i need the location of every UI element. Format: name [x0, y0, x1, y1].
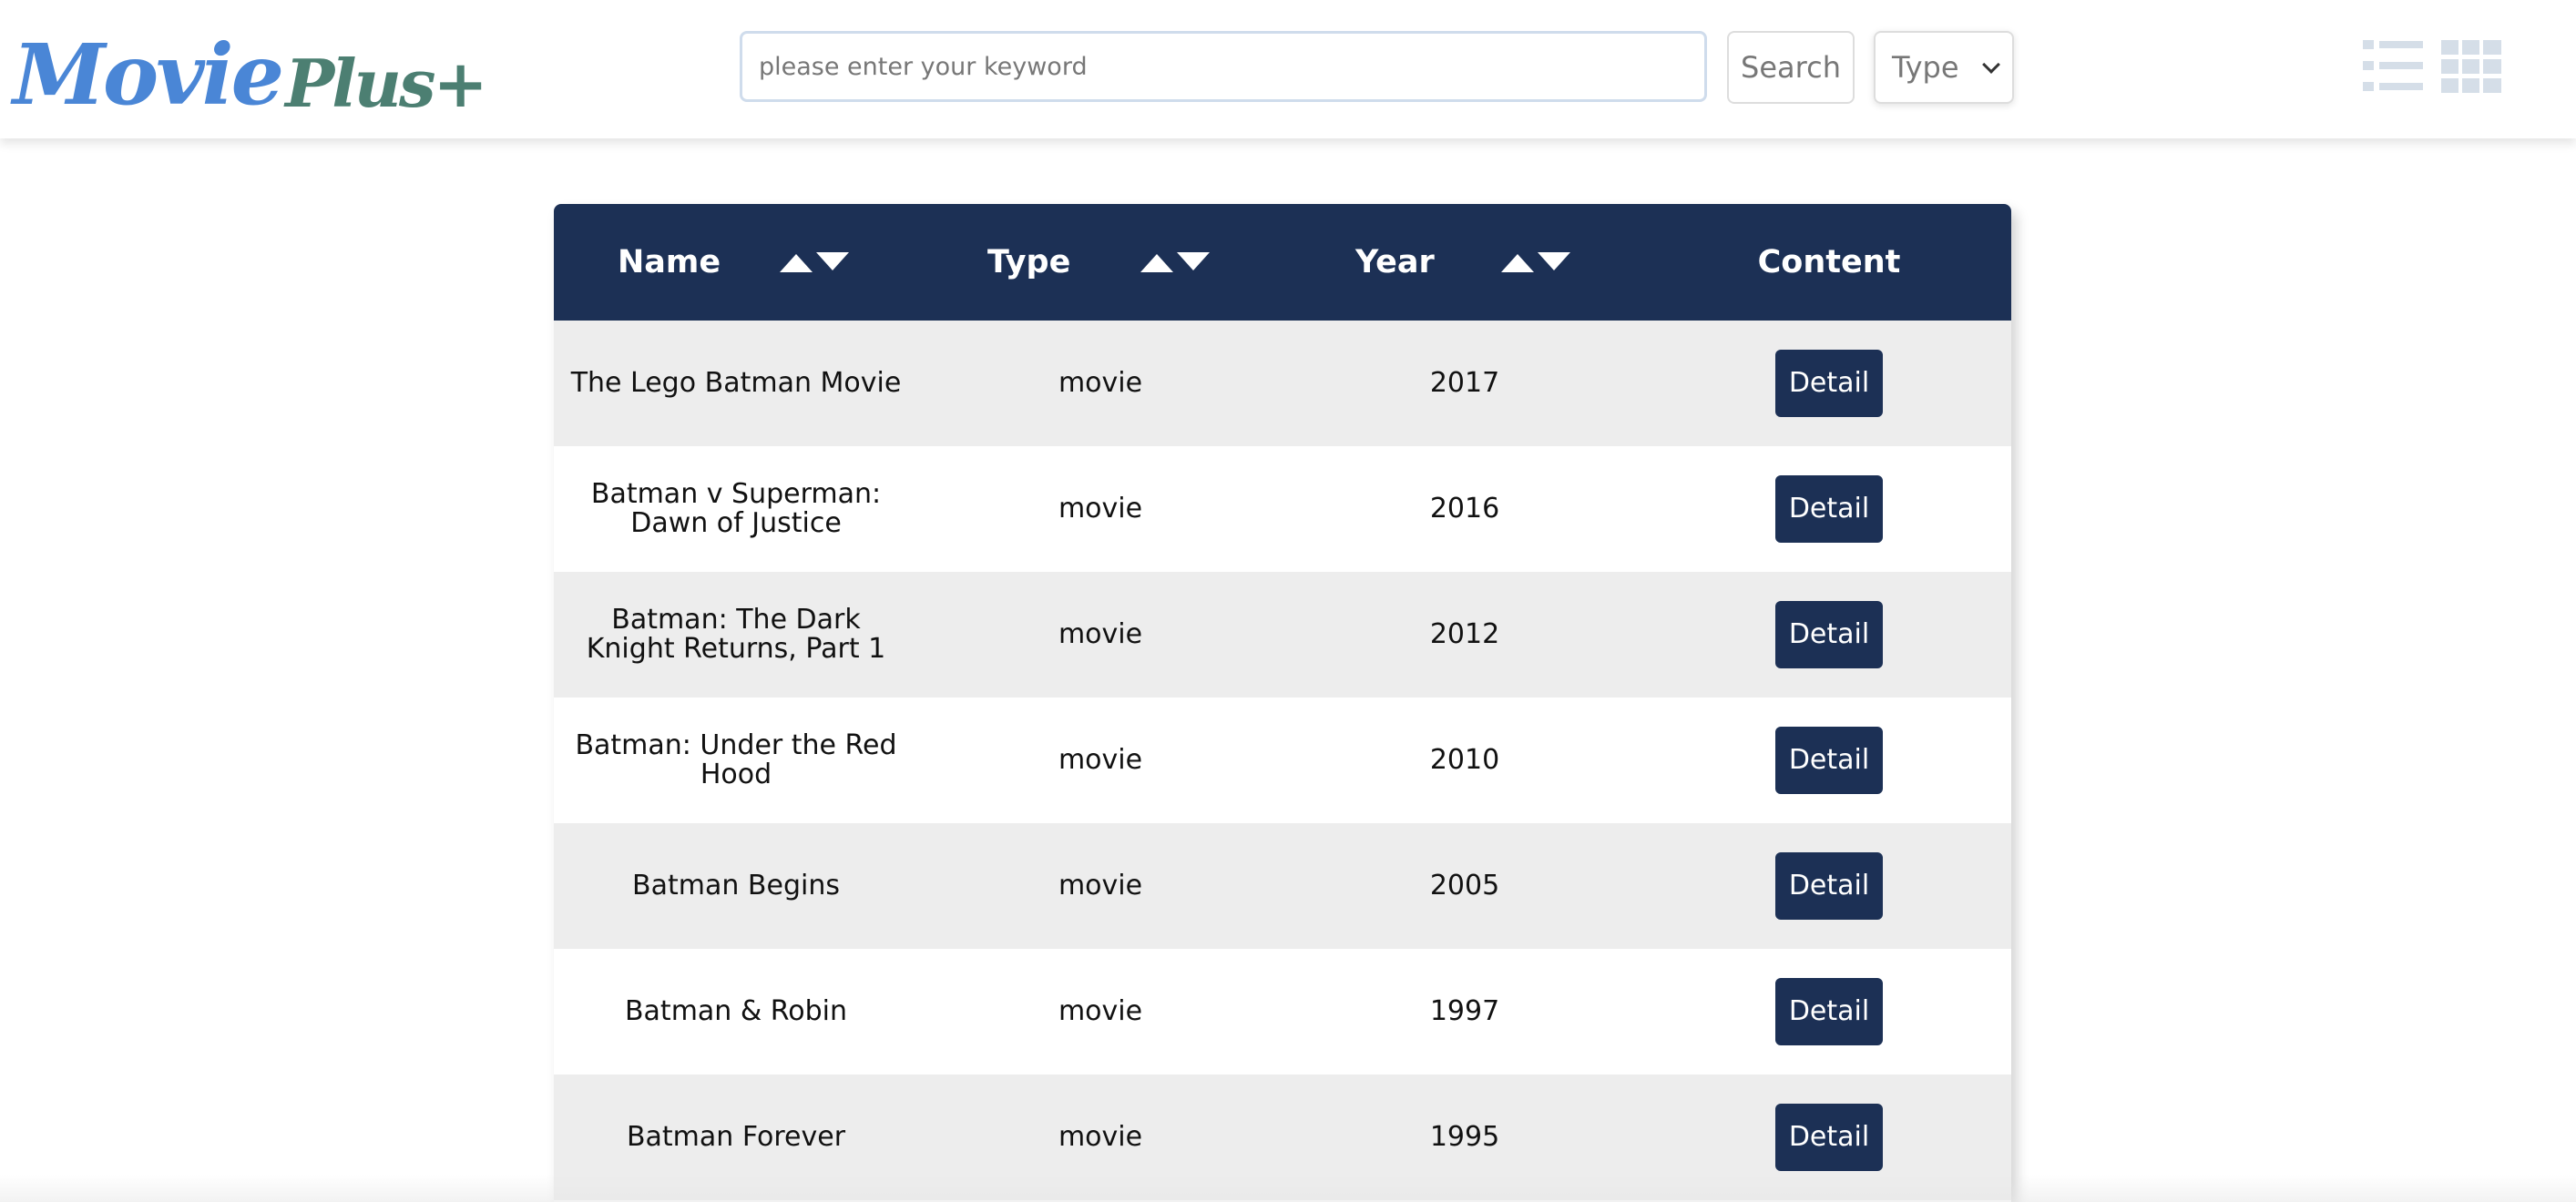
table-row: Batman: Under the Red Hood movie 2010 De…	[554, 698, 2011, 823]
cell-name: Batman Begins	[632, 870, 840, 902]
cell-content: Detail	[1647, 1104, 2011, 1171]
detail-button[interactable]: Detail	[1775, 475, 1883, 543]
cell-type: movie	[1058, 367, 1143, 399]
cell-type: movie	[1058, 995, 1143, 1027]
cell-year: 2012	[1429, 618, 1500, 650]
table-row: Batman v Superman: Dawn of Justice movie…	[554, 446, 2011, 572]
search-button[interactable]: Search	[1727, 31, 1855, 104]
header-type: Type	[918, 204, 1283, 321]
cell-type: movie	[1058, 1121, 1143, 1153]
cell-content: Detail	[1647, 475, 2011, 543]
header-content: Content	[1647, 204, 2011, 321]
cell-content: Detail	[1647, 852, 2011, 920]
sort-name-control[interactable]	[780, 252, 849, 272]
cell-year: 2010	[1429, 744, 1500, 776]
detail-button[interactable]: Detail	[1775, 978, 1883, 1045]
cell-type: movie	[1058, 618, 1143, 650]
type-select-value: Type	[1892, 50, 1959, 85]
table-header: Name Type Year Content	[554, 204, 2011, 321]
cell-year: 2016	[1429, 493, 1500, 525]
header-type-label: Type	[987, 244, 1071, 280]
cell-type: movie	[1058, 493, 1143, 525]
detail-button[interactable]: Detail	[1775, 852, 1883, 920]
sort-asc-icon[interactable]	[1501, 252, 1534, 272]
sort-type-control[interactable]	[1140, 252, 1210, 272]
list-view-icon[interactable]	[2363, 40, 2423, 91]
table-row: Batman: The Dark Knight Returns, Part 1 …	[554, 572, 2011, 698]
cell-year: 2005	[1429, 870, 1500, 902]
cell-name: The Lego Batman Movie	[570, 367, 902, 399]
bottom-fade	[0, 1175, 2576, 1202]
cell-content: Detail	[1647, 727, 2011, 794]
header-year-label: Year	[1355, 244, 1435, 280]
cell-name: Batman: Under the Red Hood	[575, 729, 897, 790]
cell-type: movie	[1058, 870, 1143, 902]
cell-content: Detail	[1647, 350, 2011, 417]
detail-button[interactable]: Detail	[1775, 727, 1883, 794]
table-row: The Lego Batman Movie movie 2017 Detail	[554, 321, 2011, 446]
logo-movie-text: Movie	[13, 25, 284, 124]
table-body: The Lego Batman Movie movie 2017 Detail …	[554, 321, 2011, 1200]
logo[interactable]: Movie Plus+	[13, 16, 488, 124]
cell-name: Batman: The Dark Knight Returns, Part 1	[586, 604, 886, 665]
sort-year-control[interactable]	[1501, 252, 1570, 272]
results-table: Name Type Year Content The Lego Batman M…	[554, 204, 2011, 1202]
detail-button[interactable]: Detail	[1775, 601, 1883, 668]
header-name: Name	[554, 204, 918, 321]
detail-button[interactable]: Detail	[1775, 1104, 1883, 1171]
header-content-label: Content	[1757, 244, 1901, 280]
cell-content: Detail	[1647, 978, 2011, 1045]
cell-year: 2017	[1429, 367, 1500, 399]
cell-name: Batman & Robin	[624, 995, 848, 1027]
sort-desc-icon[interactable]	[816, 252, 849, 272]
chevron-down-icon	[1982, 56, 2000, 74]
header-year: Year	[1283, 204, 1647, 321]
detail-button[interactable]: Detail	[1775, 350, 1883, 417]
cell-content: Detail	[1647, 601, 2011, 668]
sort-asc-icon[interactable]	[1140, 252, 1173, 272]
sort-desc-icon[interactable]	[1177, 252, 1210, 272]
table-row: Batman & Robin movie 1997 Detail	[554, 949, 2011, 1075]
cell-type: movie	[1058, 744, 1143, 776]
cell-year: 1997	[1429, 995, 1500, 1027]
table-row: Batman Begins movie 2005 Detail	[554, 823, 2011, 949]
top-bar: Movie Plus+ Search Type	[0, 0, 2576, 138]
sort-desc-icon[interactable]	[1538, 252, 1570, 272]
header-name-label: Name	[618, 244, 721, 280]
sort-asc-icon[interactable]	[780, 252, 813, 272]
grid-view-icon[interactable]	[2441, 40, 2501, 93]
cell-name: Batman Forever	[626, 1121, 846, 1153]
cell-name: Batman v Superman: Dawn of Justice	[590, 478, 882, 539]
type-select[interactable]: Type	[1874, 31, 2014, 104]
logo-plus-text: Plus+	[285, 45, 488, 122]
search-input[interactable]	[740, 31, 1707, 102]
cell-year: 1995	[1429, 1121, 1500, 1153]
